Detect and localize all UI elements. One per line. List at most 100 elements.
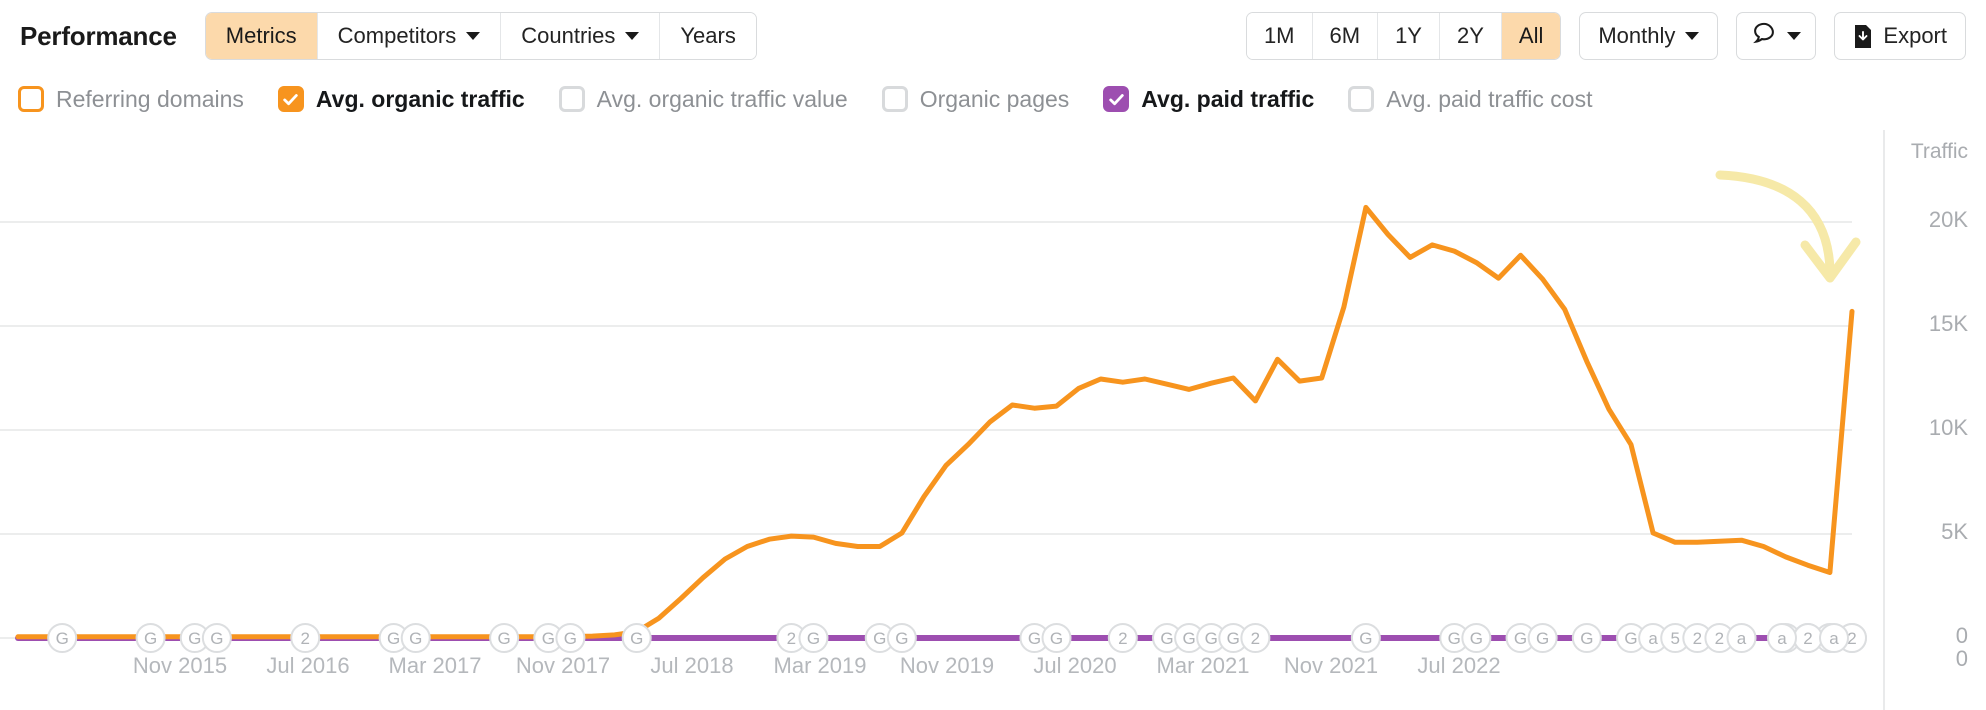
event-marker-label: G [873,629,886,648]
legend-item-avg-organic-traffic-value[interactable]: Avg. organic traffic value [559,86,848,113]
tab-label: Countries [521,23,615,49]
curved-arrow-annotation [1720,175,1856,278]
event-marker-label: a [1777,629,1787,648]
legend-item-avg-organic-traffic[interactable]: Avg. organic traffic [278,86,525,113]
performance-chart: GGGG2GGGGGG2GGGGG2GGGG2GGGGGGGa522a3GaG2… [0,130,1986,710]
event-marker[interactable]: G [1352,624,1380,652]
legend-item-avg-paid-traffic[interactable]: Avg. paid traffic [1103,86,1314,113]
y-axis-tick-label: 5K [1941,519,1968,545]
event-marker[interactable]: G [623,624,651,652]
comment-bubble-icon [1751,20,1777,52]
event-marker[interactable]: a [1820,624,1848,652]
tab-countries[interactable]: Countries [501,13,660,59]
event-marker-label: G [1160,629,1173,648]
tab-label: Years [680,23,735,49]
chevron-down-icon [1685,32,1699,40]
chevron-down-icon [1787,32,1801,40]
event-marker-label: 5 [1670,629,1679,648]
event-marker-label: 2 [1715,629,1724,648]
range-6m[interactable]: 6M [1313,13,1379,59]
event-marker-label: G [1028,629,1041,648]
event-marker-label: G [1227,629,1240,648]
legend-label: Organic pages [920,86,1070,113]
event-marker-label: a [1829,629,1839,648]
event-marker[interactable]: 2 [1109,624,1137,652]
legend-label: Avg. paid traffic [1141,86,1314,113]
tab-metrics[interactable]: Metrics [206,13,318,59]
event-marker-label: G [1580,629,1593,648]
legend-item-organic-pages[interactable]: Organic pages [882,86,1070,113]
event-marker-label: G [1624,629,1637,648]
download-file-icon [1853,25,1873,47]
event-marker[interactable]: G [137,624,165,652]
y-axis-title: Traffic [1911,140,1968,164]
x-axis-tick-label: Jul 2020 [1033,653,1116,679]
organic-traffic-line[interactable] [18,207,1852,636]
event-marker-label: G [807,629,820,648]
y-axis-tick-label: 20K [1929,207,1968,233]
export-button[interactable]: Export [1834,12,1966,60]
checkbox-icon[interactable] [18,86,44,112]
event-marker-label: G [895,629,908,648]
event-marker[interactable]: G [402,624,430,652]
checkbox-icon[interactable] [559,86,585,112]
event-marker-label: a [1648,629,1658,648]
event-marker-label: G [1359,629,1372,648]
x-axis-tick-label: Jul 2016 [266,653,349,679]
legend-label: Avg. organic traffic [316,86,525,113]
event-marker-label: G [1182,629,1195,648]
range-all[interactable]: All [1502,13,1560,59]
range-1m[interactable]: 1M [1247,13,1313,59]
event-marker[interactable]: 2 [291,624,319,652]
export-label: Export [1883,23,1947,49]
tab-label: Competitors [338,23,457,49]
event-marker-label: G [498,629,511,648]
event-marker-label: G [210,629,223,648]
event-marker[interactable]: G [490,624,518,652]
event-marker[interactable]: G [1043,624,1071,652]
granularity-dropdown[interactable]: Monthly [1579,12,1718,60]
legend-item-referring-domains[interactable]: Referring domains [18,86,244,113]
event-marker-label: 2 [1251,629,1260,648]
event-marker-label: G [1470,629,1483,648]
annotations-dropdown[interactable] [1736,12,1816,60]
event-marker-label: 2 [1693,629,1702,648]
event-marker[interactable]: 2 [1241,624,1269,652]
event-marker-label: G [409,629,422,648]
event-marker[interactable]: G [1573,624,1601,652]
event-marker-label: a [1737,629,1747,648]
event-marker[interactable]: a [1768,624,1796,652]
event-marker[interactable]: G [203,624,231,652]
x-axis-tick-label: Mar 2019 [774,653,867,679]
legend-label: Avg. organic traffic value [597,86,848,113]
checkbox-icon[interactable] [278,86,304,112]
y-axis-tick-label: 10K [1929,415,1968,441]
legend-label: Referring domains [56,86,244,113]
event-marker[interactable]: G [1462,624,1490,652]
checkbox-icon[interactable] [1348,86,1374,112]
checkbox-icon[interactable] [882,86,908,112]
range-1y[interactable]: 1Y [1378,13,1440,59]
tab-competitors[interactable]: Competitors [318,13,502,59]
event-marker[interactable]: G [888,624,916,652]
x-axis-tick-label: Jul 2018 [650,653,733,679]
checkbox-icon[interactable] [1103,86,1129,112]
event-marker[interactable]: G [799,624,827,652]
event-marker[interactable]: G [1529,624,1557,652]
toolbar-right-controls: 1M6M1Y2YAll Monthly [1246,12,1966,60]
chart-canvas[interactable]: GGGG2GGGGGG2GGGGG2GGGG2GGGGGGGa522a3GaG2… [0,130,1986,710]
tab-label: Metrics [226,23,297,49]
legend-item-avg-paid-traffic-cost[interactable]: Avg. paid traffic cost [1348,86,1592,113]
x-axis-tick-label: Mar 2021 [1157,653,1250,679]
event-marker-label: G [1050,629,1063,648]
event-marker[interactable]: G [48,624,76,652]
event-marker[interactable]: G [556,624,584,652]
tab-years[interactable]: Years [660,13,755,59]
range-2y[interactable]: 2Y [1440,13,1502,59]
event-marker-label: G [188,629,201,648]
event-marker[interactable]: a [1728,624,1756,652]
y-axis-zero-label: 0 [1956,646,1968,672]
event-marker-label: G [1536,629,1549,648]
event-marker[interactable]: 2 [1794,624,1822,652]
event-marker-label: G [1514,629,1527,648]
